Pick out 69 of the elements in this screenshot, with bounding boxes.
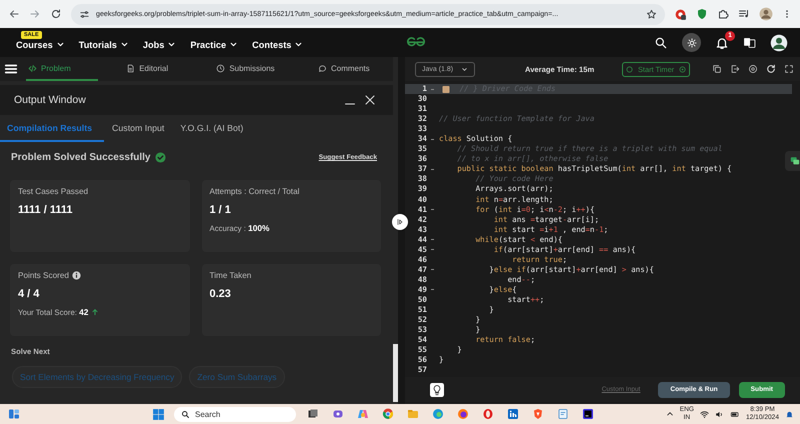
avatar-icon[interactable] xyxy=(770,34,788,52)
media-icon[interactable] xyxy=(738,8,750,20)
taskbar-search-field[interactable]: Search xyxy=(174,406,296,422)
status-message: Problem Solved Successfully xyxy=(11,152,150,163)
caret-icon xyxy=(294,40,304,49)
search-icon xyxy=(181,410,190,418)
panel-title: Output Window xyxy=(14,94,87,106)
battery-icon[interactable] xyxy=(730,410,740,418)
caret-icon xyxy=(461,66,468,72)
app-icon[interactable] xyxy=(307,408,319,420)
card-label: Points Scored xyxy=(18,271,69,280)
settings-icon[interactable] xyxy=(748,64,758,74)
scrollbar-thumb[interactable] xyxy=(393,344,398,402)
check-circle-icon xyxy=(154,152,166,163)
translate-icon[interactable] xyxy=(743,36,756,49)
nav-menu[interactable]: Jobs xyxy=(142,36,176,50)
caret-icon xyxy=(56,40,65,49)
back-arrow-icon[interactable] xyxy=(8,8,20,20)
nav-menu[interactable]: Contests xyxy=(252,36,304,50)
code-icon xyxy=(28,64,37,72)
widgets-icon[interactable] xyxy=(8,408,20,420)
windows-start-icon[interactable] xyxy=(152,408,165,420)
output-tab[interactable]: Custom Input xyxy=(104,115,172,142)
card-value: 1111 / 1111 xyxy=(18,204,74,216)
lightbulb-icon[interactable] xyxy=(430,382,444,396)
document-icon xyxy=(126,64,136,72)
caret-icon xyxy=(229,40,238,49)
caret-icon xyxy=(120,40,129,49)
caret-icon xyxy=(167,40,176,49)
chat-icon xyxy=(790,156,800,166)
card-value: 4 / 4 xyxy=(18,288,40,300)
card-label: Test Cases Passed xyxy=(18,187,88,196)
nav-menu[interactable]: Tutorials xyxy=(78,36,129,50)
problem-tab[interactable]: Submissions xyxy=(196,57,295,81)
problem-tab[interactable]: Editorial xyxy=(98,57,196,81)
menu-icon[interactable] xyxy=(4,62,18,76)
info-icon[interactable] xyxy=(72,271,81,280)
reload-icon[interactable] xyxy=(50,8,62,20)
sun-icon xyxy=(686,38,696,48)
card-value: 0.23 xyxy=(210,288,232,300)
circle-icon xyxy=(626,66,633,72)
output-tab[interactable]: Y.O.G.I. (AI Bot) xyxy=(172,115,252,142)
theme-toggle[interactable] xyxy=(682,33,701,52)
reset-icon[interactable] xyxy=(766,64,776,74)
shield-icon[interactable] xyxy=(696,8,708,20)
fullscreen-icon[interactable] xyxy=(784,64,794,74)
comment-icon xyxy=(318,64,327,72)
app-icon[interactable] xyxy=(582,408,594,420)
copy-icon[interactable] xyxy=(712,64,722,74)
split-icon xyxy=(396,218,404,226)
site-settings-icon[interactable] xyxy=(79,8,90,20)
puzzle-icon[interactable] xyxy=(717,8,729,20)
clock-icon xyxy=(216,64,226,72)
nav-menu[interactable]: Practice xyxy=(190,36,238,50)
close-icon[interactable] xyxy=(364,94,376,106)
star-icon[interactable] xyxy=(646,8,657,20)
nav-menu[interactable]: Courses xyxy=(16,36,65,50)
chat-button[interactable] xyxy=(785,151,800,171)
card-label: Attempts : Correct / Total xyxy=(210,187,300,196)
card-label: Time Taken xyxy=(210,271,252,280)
wifi-icon[interactable] xyxy=(700,410,709,418)
problem-tab[interactable]: Problem xyxy=(26,57,98,81)
export-icon[interactable] xyxy=(730,64,740,74)
speaker-icon[interactable] xyxy=(714,410,724,418)
card-value: 1 / 1 xyxy=(210,204,232,216)
search-icon[interactable] xyxy=(654,36,668,50)
extension-icon[interactable] xyxy=(674,8,687,20)
problem-tab[interactable]: Comments xyxy=(294,57,393,81)
chevron-up-icon[interactable] xyxy=(666,410,674,418)
